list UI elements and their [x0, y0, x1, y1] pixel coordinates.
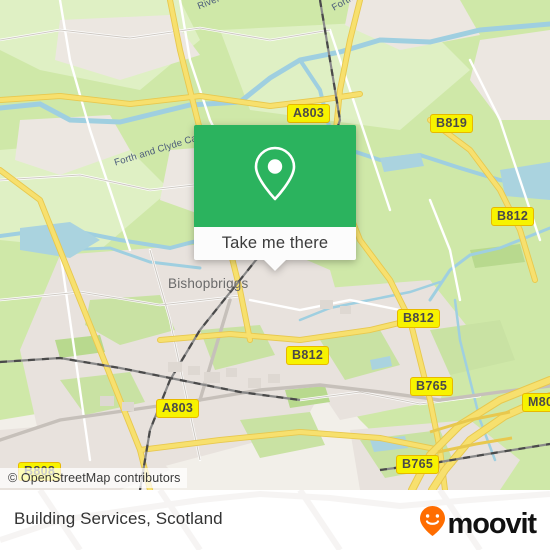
- moovit-wordmark: moovit: [447, 507, 538, 540]
- map-screenshot: River Kelvin Forth and Clyde Canal Forth…: [0, 0, 550, 550]
- road-shield: A803: [156, 399, 200, 418]
- location-popup-card[interactable]: Take me there: [194, 125, 356, 271]
- road-shield: B812: [286, 346, 330, 365]
- road-shield: B765: [396, 455, 440, 474]
- page-title: Building Services, Scotland: [14, 509, 223, 528]
- moovit-smiley-pin-icon: [419, 505, 446, 542]
- popup-marker-area: [194, 125, 356, 227]
- road-shield: A803: [287, 104, 331, 123]
- road-shield: B819: [430, 114, 474, 133]
- take-me-there-label: Take me there: [221, 234, 329, 252]
- popup-pointer-tail: [264, 260, 286, 271]
- popup-action-bar[interactable]: Take me there: [194, 227, 356, 271]
- road-shield: M80: [522, 393, 550, 412]
- map-pin-icon: [252, 145, 298, 208]
- footer-bar: Building Services, Scotland moovit: [0, 490, 550, 550]
- place-label-bishopbriggs: Bishopbriggs: [168, 276, 249, 291]
- road-shield: B812: [397, 309, 441, 328]
- moovit-logo[interactable]: moovit: [419, 505, 538, 542]
- road-shield: B812: [491, 207, 535, 226]
- map-attribution[interactable]: © OpenStreetMap contributors: [0, 468, 187, 488]
- road-shield: B765: [410, 377, 454, 396]
